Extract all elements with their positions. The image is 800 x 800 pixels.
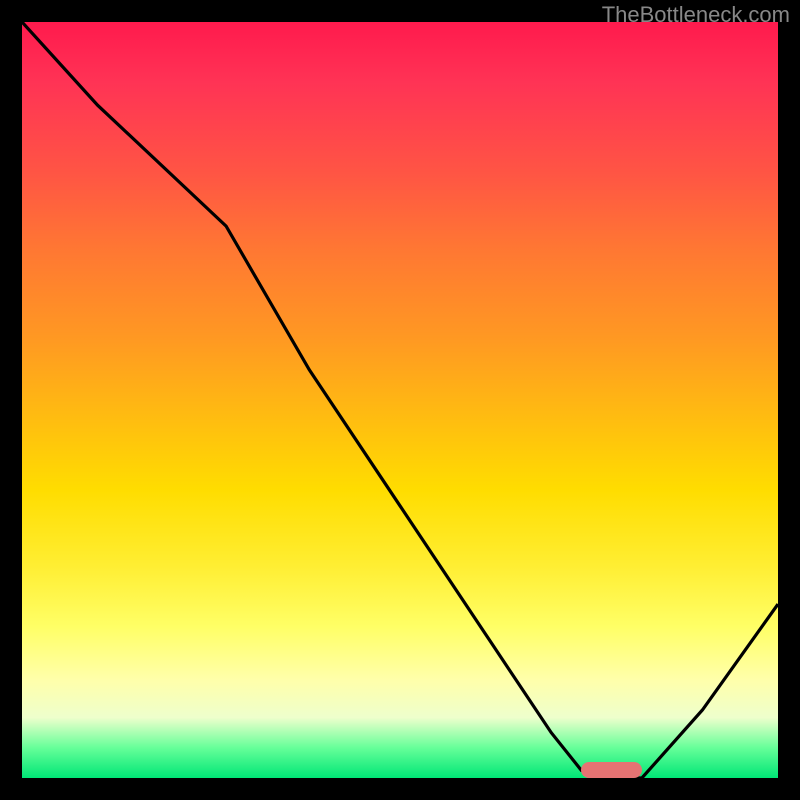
minimum-marker [581, 762, 641, 778]
watermark-text: TheBottleneck.com [602, 2, 790, 28]
chart-curve [22, 22, 778, 778]
